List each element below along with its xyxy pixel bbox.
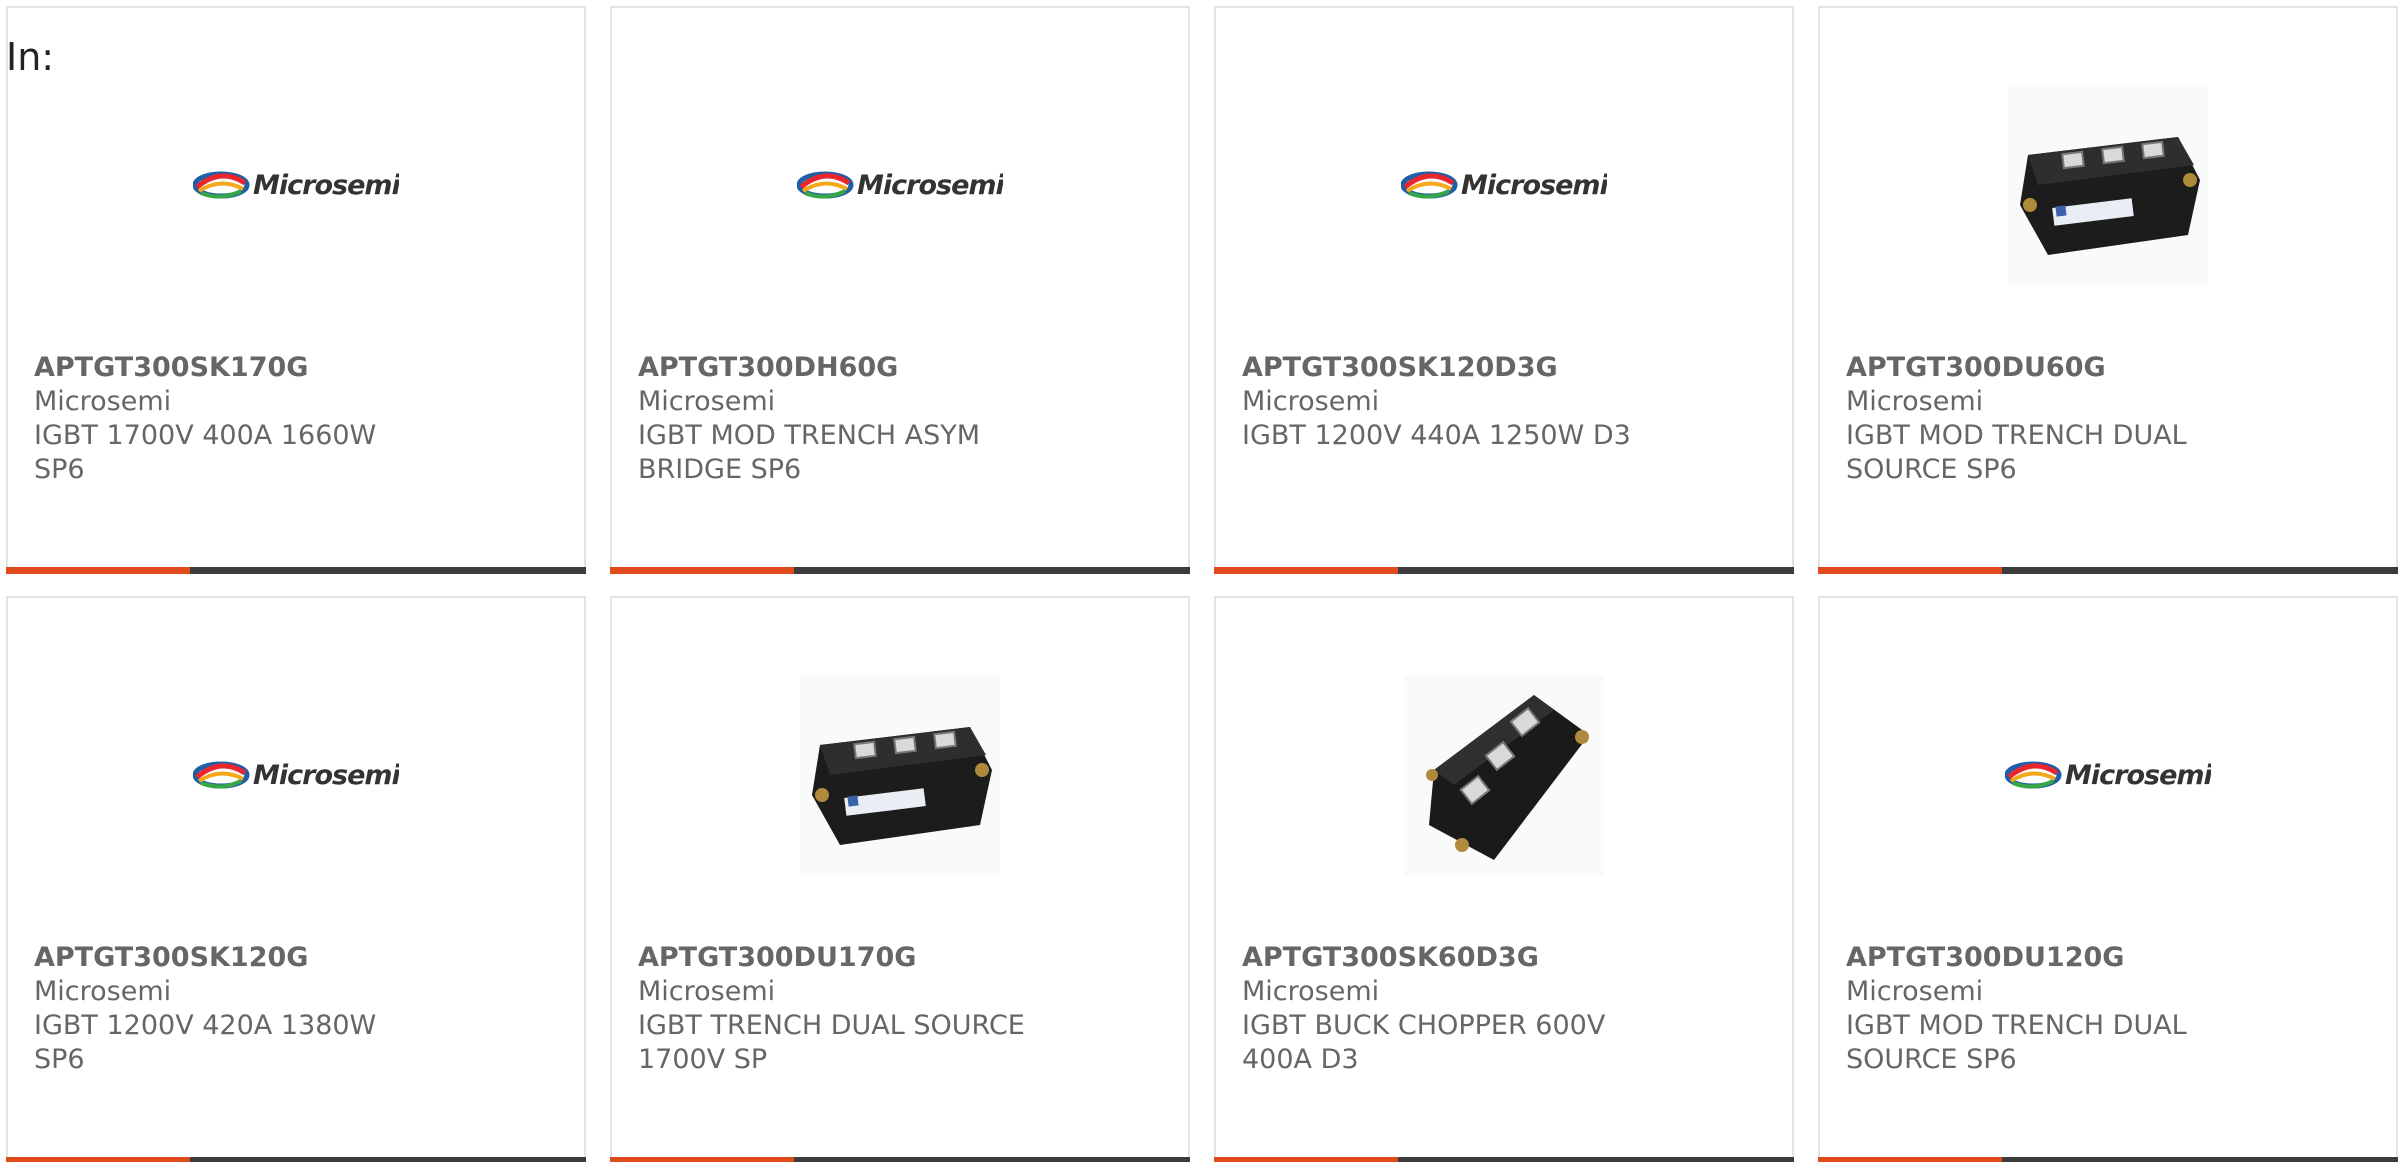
card-accent-highlight [1214,1157,1398,1162]
part-number[interactable]: APTGT300SK170G [34,351,424,385]
product-image[interactable] [1820,80,2396,290]
card-accent-bar [6,567,586,574]
logo-wordmark: Microsemi [2065,760,2211,791]
part-number[interactable]: APTGT300DU170G [638,941,1028,975]
microsemi-logo-icon: Microsemi [2005,760,2211,791]
card-accent-highlight [610,567,794,574]
product-card[interactable]: APTGT300DU170G Microsemi IGBT TRENCH DUAL … [610,596,1190,1162]
product-image[interactable]: Microsemi [1216,80,1792,290]
part-number[interactable]: APTGT300SK120G [34,941,424,975]
igbt-module-photo-icon [2008,85,2208,285]
part-number[interactable]: APTGT300DU120G [1846,941,2236,975]
microsemi-logo-icon: Microsemi [1401,170,1607,201]
card-accent-bar [1818,1157,2398,1162]
product-info: APTGT300SK60D3G Microsemi IGBT BUCK CHOPPE… [1242,941,1632,1077]
product-card[interactable]: Microsemi APTGT300SK170G Microsemi IGBT 170… [6,6,586,574]
card-accent-highlight [6,567,190,574]
part-number[interactable]: APTGT300DU60G [1846,351,2236,385]
product-description: IGBT TRENCH DUAL SOURCE 1700V SP [638,1010,1025,1075]
product-description: IGBT 1200V 420A 1380W SP6 [34,1010,377,1075]
product-image[interactable] [612,670,1188,880]
part-number[interactable]: APTGT300SK120D3G [1242,351,1632,385]
product-image[interactable]: Microsemi [612,80,1188,290]
microsemi-logo-icon: Microsemi [193,760,399,791]
igbt-module-photo-icon [800,675,1000,875]
logo-wordmark: Microsemi [253,170,399,201]
product-description: IGBT BUCK CHOPPER 600V 400A D3 [1242,1010,1606,1075]
product-card[interactable]: Microsemi APTGT300SK120D3G Microsemi IGBT 1… [1214,6,1794,574]
logo-wordmark: Microsemi [253,760,399,791]
card-accent-highlight [610,1157,794,1162]
product-card[interactable]: APTGT300DU60G Microsemi IGBT MOD TRENCH DU… [1818,6,2398,574]
manufacturer-name: Microsemi [1242,976,1380,1007]
logo-wordmark: Microsemi [1461,170,1607,201]
product-info: APTGT300SK120G Microsemi IGBT 1200V 420A 1… [34,941,424,1077]
product-image[interactable] [1216,670,1792,880]
card-accent-highlight [1818,567,2002,574]
manufacturer-name: Microsemi [1846,976,1984,1007]
manufacturer-name: Microsemi [638,386,776,417]
product-card[interactable]: Microsemi APTGT300DU120G Microsemi IGBT MOD… [1818,596,2398,1162]
product-description: IGBT MOD TRENCH DUAL SOURCE SP6 [1846,1010,2187,1075]
card-accent-bar [6,1157,586,1162]
product-grid: Microsemi APTGT300SK170G Microsemi IGBT 170… [6,6,2400,1162]
product-info: APTGT300SK170G Microsemi IGBT 1700V 400A 1… [34,351,424,487]
part-number[interactable]: APTGT300DH60G [638,351,1028,385]
product-description: IGBT 1200V 440A 1250W D3 [1242,420,1631,451]
manufacturer-name: Microsemi [1846,386,1984,417]
product-info: APTGT300DU170G Microsemi IGBT TRENCH DUAL … [638,941,1028,1077]
in-filter-label: In: [6,35,55,79]
product-image[interactable]: Microsemi [8,80,584,290]
product-image[interactable]: Microsemi [8,670,584,880]
product-info: APTGT300DU120G Microsemi IGBT MOD TRENCH D… [1846,941,2236,1077]
product-image[interactable]: Microsemi [1820,670,2396,880]
logo-wordmark: Microsemi [857,170,1003,201]
card-accent-highlight [1214,567,1398,574]
product-info: APTGT300DU60G Microsemi IGBT MOD TRENCH DU… [1846,351,2236,487]
manufacturer-name: Microsemi [34,386,172,417]
card-accent-bar [610,1157,1190,1162]
product-description: IGBT 1700V 400A 1660W SP6 [34,420,377,485]
card-accent-highlight [6,1157,190,1162]
microsemi-logo-icon: Microsemi [193,170,399,201]
product-card[interactable]: Microsemi APTGT300DH60G Microsemi IGBT MOD … [610,6,1190,574]
part-number[interactable]: APTGT300SK60D3G [1242,941,1632,975]
product-info: APTGT300DH60G Microsemi IGBT MOD TRENCH AS… [638,351,1028,487]
product-card[interactable]: APTGT300SK60D3G Microsemi IGBT BUCK CHOPPE… [1214,596,1794,1162]
product-info: APTGT300SK120D3G Microsemi IGBT 1200V 440A… [1242,351,1632,453]
igbt-module-photo-icon [1404,675,1604,875]
product-description: IGBT MOD TRENCH ASYM BRIDGE SP6 [638,420,981,485]
product-card[interactable]: Microsemi APTGT300SK120G Microsemi IGBT 120… [6,596,586,1162]
card-accent-bar [610,567,1190,574]
card-accent-highlight [1818,1157,2002,1162]
microsemi-logo-icon: Microsemi [797,170,1003,201]
manufacturer-name: Microsemi [34,976,172,1007]
manufacturer-name: Microsemi [1242,386,1380,417]
manufacturer-name: Microsemi [638,976,776,1007]
card-accent-bar [1818,567,2398,574]
product-description: IGBT MOD TRENCH DUAL SOURCE SP6 [1846,420,2187,485]
product-results-page: In: Microsemi APTGT300SK170G Microsemi IGBT… [0,0,2400,1162]
card-accent-bar [1214,1157,1794,1162]
card-accent-bar [1214,567,1794,574]
